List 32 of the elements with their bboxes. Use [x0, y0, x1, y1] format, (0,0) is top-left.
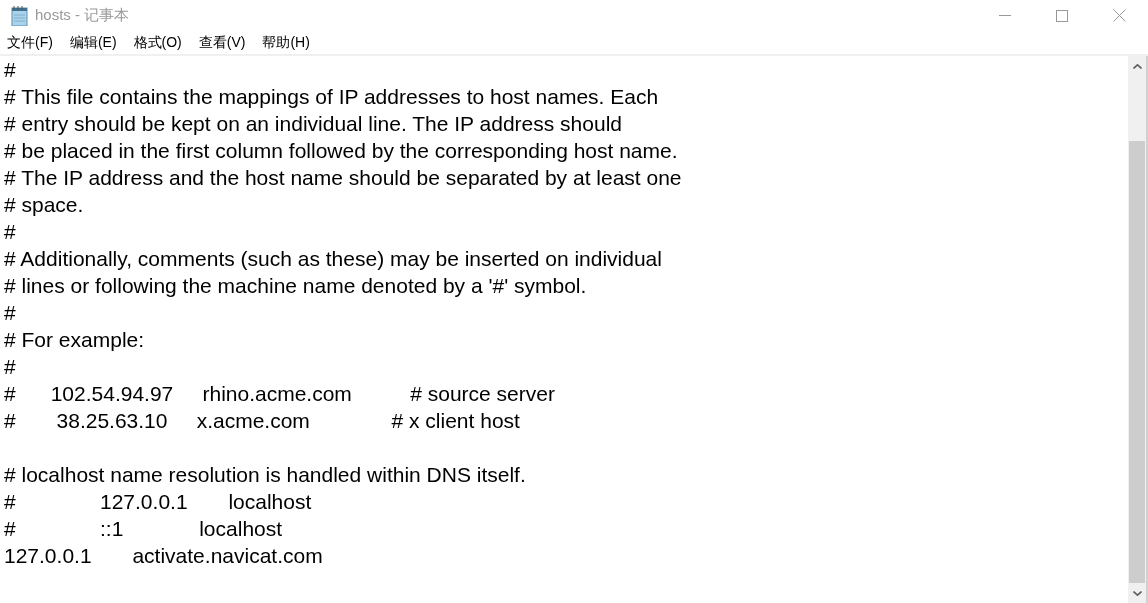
text-line: # space.: [4, 192, 84, 218]
text-line: # 127.0.0.1 localhost: [4, 489, 312, 515]
text-line: # Additionally, comments (such as these) may be inserted on individual: [4, 246, 662, 272]
scrollbar[interactable]: [1128, 56, 1146, 603]
chevron-up-icon: [1132, 63, 1142, 69]
text-line: # localhost name resolution is handled within DNS itself.: [4, 462, 526, 488]
scrollbar-thumb[interactable]: [1129, 141, 1145, 583]
menu-item[interactable]: 文件(F): [1, 31, 59, 54]
menu-item[interactable]: 帮助(H): [256, 31, 316, 54]
maximize-icon: [1055, 9, 1068, 22]
menu-item[interactable]: 编辑(E): [63, 31, 123, 54]
text-line: # 102.54.94.97 rhino.acme.com # source server: [4, 381, 555, 407]
text-line: # entry should be kept on an individual line. The IP address should: [4, 111, 622, 137]
text-line: # The IP address and the host name should be separated by at least one: [4, 165, 682, 191]
text-line: 127.0.0.1 activate.navicat.com: [4, 543, 323, 569]
notepad-icon: [10, 5, 28, 26]
text-line: #: [4, 219, 16, 245]
text-line: # ::1 localhost: [4, 516, 283, 542]
text-line: #: [4, 300, 16, 326]
minimize-icon: [998, 15, 1011, 16]
text-line: # lines or following the machine name denoted by a '#' symbol.: [4, 273, 587, 299]
text-line: # be placed in the first column followed by the corresponding host name.: [4, 138, 678, 164]
menu-item[interactable]: 格式(O): [127, 31, 188, 54]
text-line: #: [4, 354, 16, 380]
close-icon: [1112, 9, 1126, 22]
text-line: # This file contains the mappings of IP addresses to host names. Each: [4, 84, 659, 110]
window-title: hosts - 记事本: [35, 5, 130, 26]
text-line: # For example:: [4, 327, 145, 353]
menu-item[interactable]: 查看(V): [192, 31, 252, 54]
text-line: #: [4, 57, 16, 83]
chevron-down-icon: [1132, 590, 1142, 596]
text-line: # 38.25.63.10 x.acme.com # x client host: [4, 408, 520, 434]
